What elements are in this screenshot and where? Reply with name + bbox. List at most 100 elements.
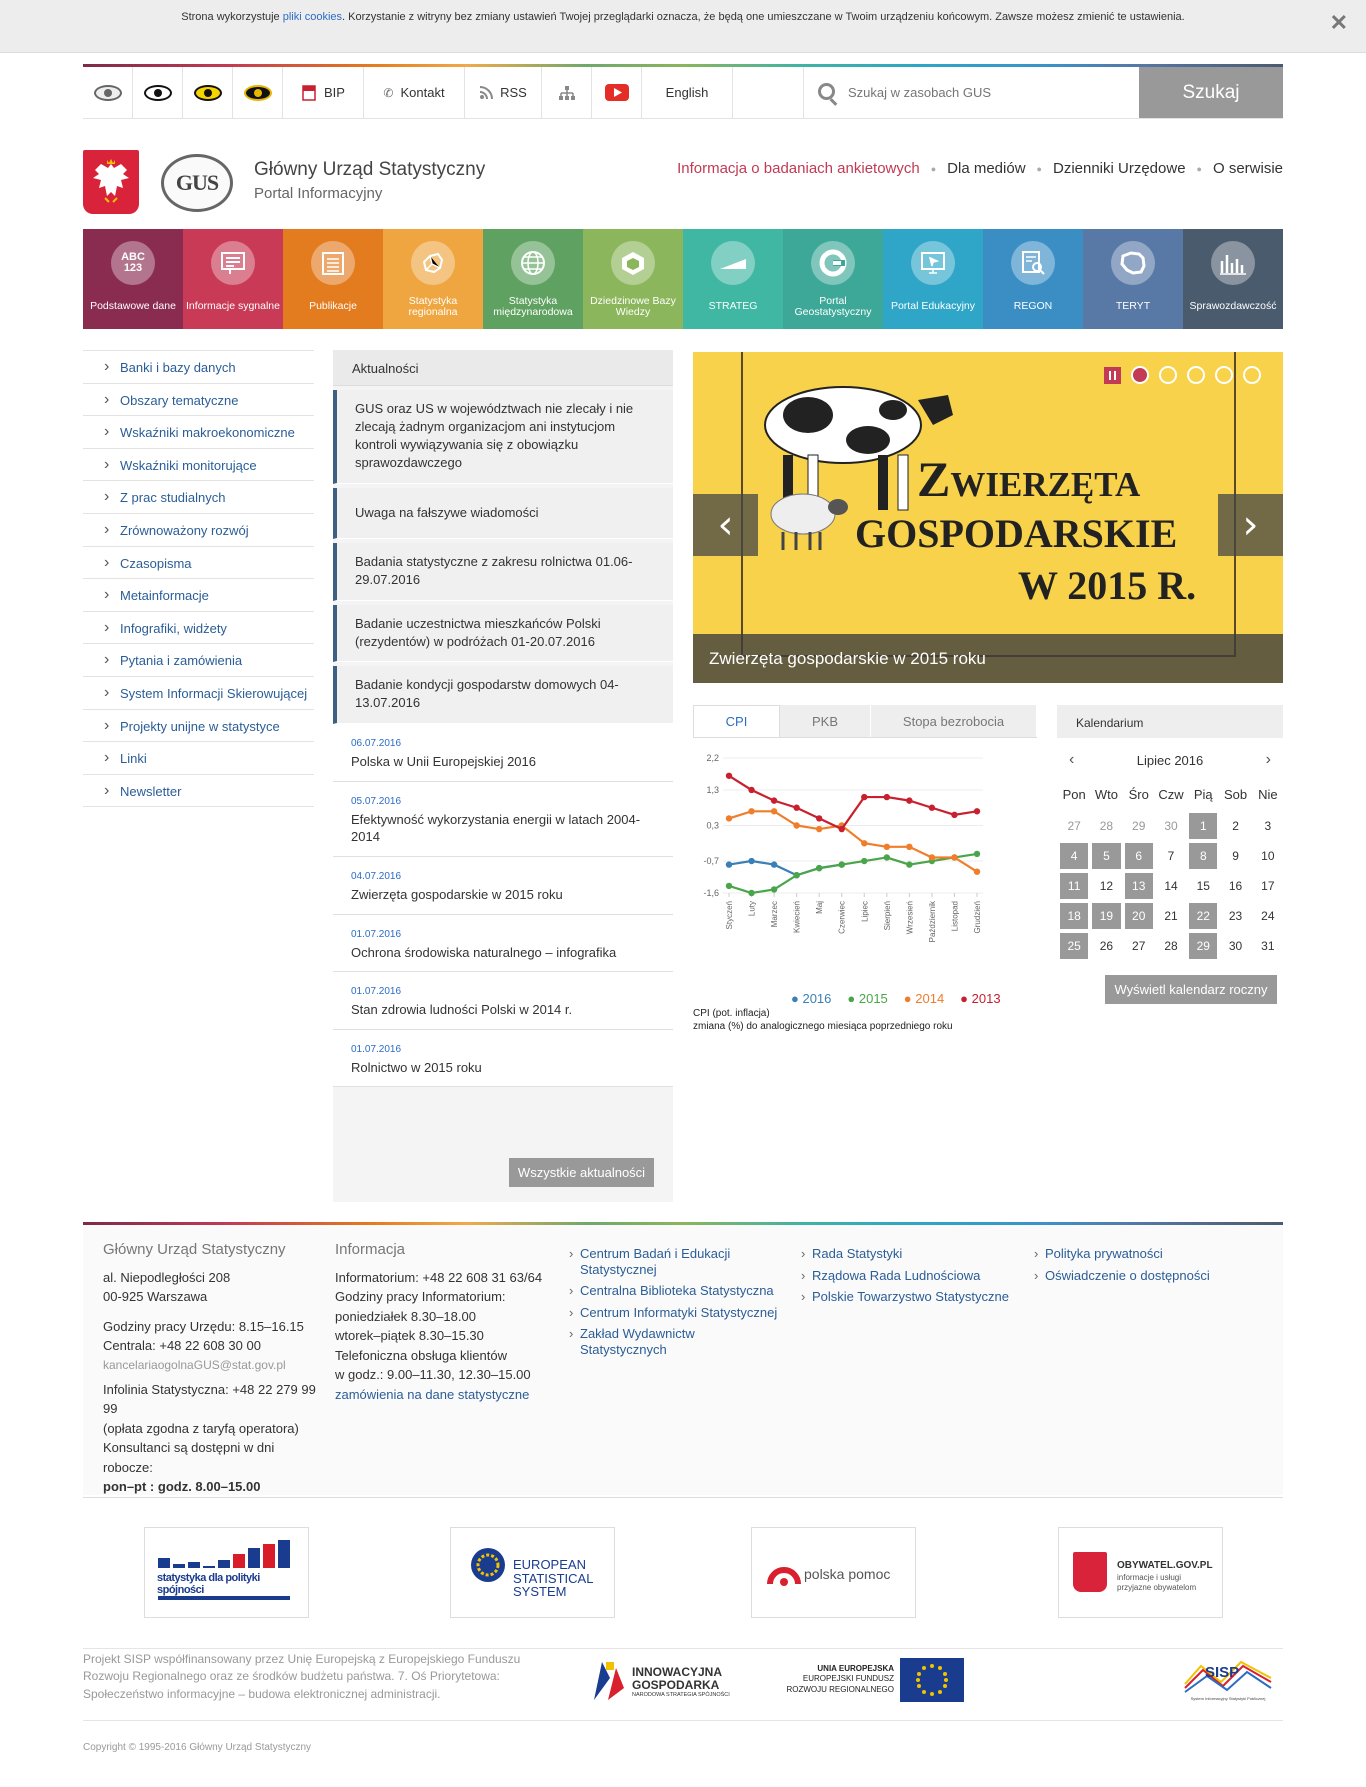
tab-pkb[interactable]: PKB [780, 705, 871, 737]
partner-ess[interactable]: EUROPEAN STATISTICAL SYSTEM [450, 1527, 615, 1618]
cookie-link[interactable]: pliki cookies [283, 11, 342, 23]
slider-dot[interactable] [1159, 366, 1177, 384]
contact-link[interactable]: ✆ Kontakt [364, 67, 465, 118]
nav-official-journals[interactable]: Dzienniki Urzędowe [1053, 160, 1186, 177]
tile-publications[interactable]: Publikacje [283, 229, 383, 329]
nav-media[interactable]: Dla mediów [947, 160, 1025, 177]
featured-news-item[interactable]: Badania statystyczne z zakresu rolnictwa… [333, 542, 673, 601]
slider-dot[interactable] [1131, 366, 1149, 384]
calendar-day[interactable]: 4 [1060, 843, 1089, 869]
calendar-day[interactable]: 20 [1124, 903, 1153, 929]
slide-caption[interactable]: Zwierzęta gospodarskie w 2015 roku [693, 634, 1283, 683]
calendar-day[interactable]: 19 [1092, 903, 1121, 929]
menu-item-journals[interactable]: Czasopisma [83, 547, 314, 580]
news-title[interactable]: Efektywność wykorzystania energii w lata… [351, 811, 657, 846]
tile-geostat-portal[interactable]: Portal Geostatystyczny [783, 229, 883, 329]
news-title[interactable]: Rolnictwo w 2015 roku [351, 1059, 657, 1077]
slider-dot[interactable] [1187, 366, 1205, 384]
slider-dot[interactable] [1215, 366, 1233, 384]
menu-item-links[interactable]: Linki [83, 742, 314, 775]
tile-edu-portal[interactable]: Portal Edukacyjny [883, 229, 983, 329]
bip-link[interactable]: BIP [283, 67, 364, 118]
menu-item-metainformation[interactable]: Metainformacje [83, 579, 314, 612]
search-button[interactable]: Szukaj [1139, 67, 1283, 118]
calendar-day[interactable]: 5 [1092, 843, 1121, 869]
contrast-default-button[interactable] [83, 67, 133, 118]
menu-item-databases[interactable]: Banki i bazy danych [83, 350, 314, 384]
calendar-day[interactable]: 29 [1189, 933, 1218, 959]
featured-news-item[interactable]: Badanie uczestnictwa mieszkańców Polski … [333, 604, 673, 663]
news-title[interactable]: Zwierzęta gospodarskie w 2015 roku [351, 886, 657, 904]
menu-item-eu-projects[interactable]: Projekty unijne w statystyce [83, 710, 314, 743]
slider-next-button[interactable]: › [1218, 494, 1283, 556]
search-input[interactable] [848, 81, 1128, 103]
slider-dot[interactable] [1243, 366, 1261, 384]
menu-item-referral-system[interactable]: System Informacji Skierowującej [83, 677, 314, 710]
news-list-item[interactable]: 01.07.2016 Rolnictwo w 2015 roku [333, 1029, 673, 1088]
footer-link[interactable]: Polityka prywatności [1034, 1246, 1244, 1262]
calendar-day[interactable]: 22 [1189, 903, 1218, 929]
eu-fund-logo[interactable]: UNIA EUROPEJSKA EUROPEJSKI FUNDUSZ ROZWO… [782, 1656, 967, 1706]
contrast-bw-button[interactable] [133, 67, 183, 118]
org-name[interactable]: Główny Urząd Statystyczny [254, 159, 485, 181]
contrast-yb-button[interactable] [183, 67, 233, 118]
tile-international-stats[interactable]: Statystyka międzynarodowa [483, 229, 583, 329]
news-list-item[interactable]: 05.07.2016 Efektywność wykorzystania ener… [333, 781, 673, 857]
footer-link[interactable]: Oświadczenie o dostępności [1034, 1268, 1244, 1284]
news-title[interactable]: Polska w Unii Europejskiej 2016 [351, 753, 657, 771]
nav-about[interactable]: O serwisie [1213, 160, 1283, 177]
news-list-item[interactable]: 01.07.2016 Stan zdrowia ludności Polski w… [333, 972, 673, 1030]
menu-item-infographics[interactable]: Infografiki, widżety [83, 612, 314, 645]
tab-unemployment[interactable]: Stopa bezrobocia [871, 705, 1037, 737]
menu-item-questions[interactable]: Pytania i zamówienia [83, 644, 314, 677]
featured-news-item[interactable]: Badanie kondycji gospodarstw domowych 04… [333, 666, 673, 725]
tab-cpi[interactable]: CPI [693, 705, 780, 737]
featured-slider[interactable]: Zwierzęta gospodarskie w 2015 r. ‹ › Zwi… [693, 352, 1283, 683]
news-list-item[interactable]: 04.07.2016 Zwierzęta gospodarskie w 2015 … [333, 856, 673, 915]
news-list-item[interactable]: 01.07.2016 Ochrona środowiska naturalnego… [333, 914, 673, 973]
menu-item-sustainable-development[interactable]: Zrównoważony rozwój [83, 514, 314, 547]
menu-item-topics[interactable]: Obszary tematyczne [83, 384, 314, 417]
partner-polska-pomoc[interactable]: polska pomoc [751, 1527, 916, 1618]
tile-reporting[interactable]: Sprawozdawczość [1183, 229, 1283, 329]
orders-link[interactable]: zamówienia na dane statystyczne [335, 1385, 565, 1405]
calendar-day[interactable]: 13 [1124, 873, 1153, 899]
menu-item-studies[interactable]: Z prac studialnych [83, 481, 314, 514]
footer-link[interactable]: Zakład Wydawnictw Statystycznych [569, 1326, 779, 1357]
email-link[interactable]: kancelariaogolnaGUS@stat.gov.pl [103, 1356, 323, 1374]
calendar-day[interactable]: 18 [1060, 903, 1089, 929]
yearly-calendar-button[interactable]: Wyświetl kalendarz roczny [1105, 975, 1277, 1004]
partner-cohesion-stats[interactable]: statystyka dla polityki spójności [144, 1527, 309, 1618]
tile-teryt[interactable]: TERYT [1083, 229, 1183, 329]
english-link[interactable]: English [642, 67, 733, 118]
tile-strateg[interactable]: STRATEG [683, 229, 783, 329]
slider-prev-button[interactable]: ‹ [693, 494, 758, 556]
footer-link[interactable]: Rada Statystyki [801, 1246, 1011, 1262]
footer-link[interactable]: Centrum Badań i Edukacji Statystycznej [569, 1246, 779, 1277]
featured-news-item[interactable]: GUS oraz US w województwach nie zlecały … [333, 390, 673, 484]
youtube-link[interactable] [592, 67, 642, 118]
contrast-by-button[interactable] [233, 67, 283, 118]
pause-icon[interactable] [1104, 366, 1121, 384]
calendar-day[interactable]: 25 [1060, 933, 1089, 959]
partner-obywatel[interactable]: OBYWATEL.GOV.PL informacje i usługi przy… [1058, 1527, 1223, 1618]
footer-link[interactable]: Rządowa Rada Ludnościowa [801, 1268, 1011, 1284]
tile-regional-stats[interactable]: Statystyka regionalna [383, 229, 483, 329]
sitemap-link[interactable] [542, 67, 592, 118]
calendar-day[interactable]: 8 [1189, 843, 1218, 869]
calendar-day[interactable]: 6 [1124, 843, 1153, 869]
tile-basic-data[interactable]: ABC 123 Podstawowe dane [83, 229, 183, 329]
calendar-day[interactable]: 1 [1189, 813, 1218, 839]
menu-item-macro-indicators[interactable]: Wskaźniki makroekonomiczne [83, 416, 314, 449]
tile-signal-info[interactable]: Informacje sygnalne [183, 229, 283, 329]
news-title[interactable]: Stan zdrowia ludności Polski w 2014 r. [351, 1001, 657, 1019]
all-news-button[interactable]: Wszystkie aktualności [509, 1158, 654, 1187]
tile-knowledge-bases[interactable]: Dziedzinowe Bazy Wiedzy [583, 229, 683, 329]
tile-regon[interactable]: REGON [983, 229, 1083, 329]
news-list-item[interactable]: 06.07.2016 Polska w Unii Europejskiej 201… [333, 724, 673, 782]
footer-link[interactable]: Centrum Informatyki Statystycznej [569, 1305, 779, 1321]
footer-link[interactable]: Centralna Biblioteka Statystyczna [569, 1283, 779, 1299]
featured-news-item[interactable]: Uwaga na fałszywe wiadomości [333, 487, 673, 539]
sisp-logo[interactable]: SISP System Informacyjny Statystyki Publ… [1183, 1656, 1273, 1706]
innovative-economy-logo[interactable]: INNOWACYJNA GOSPODARKA NARODOWA STRATEGI… [592, 1656, 752, 1706]
